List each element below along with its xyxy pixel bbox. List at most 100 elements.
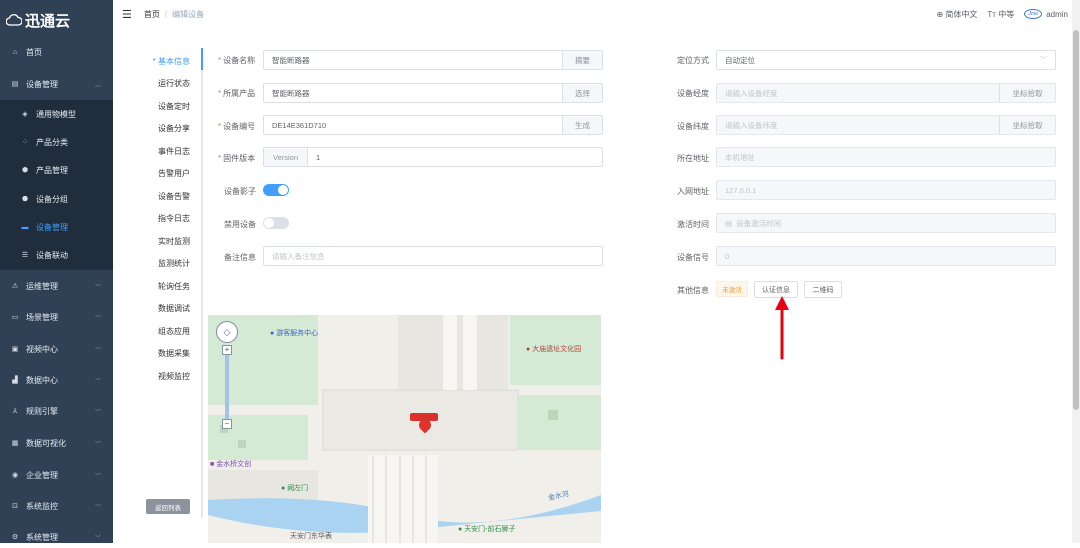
disable-switch[interactable] [263, 217, 289, 229]
sidebar-item-system[interactable]: ⚙ 系统管理 ﹀ [0, 526, 113, 548]
chevron-down-icon: ﹀ [94, 378, 101, 385]
chevron-down-icon: ﹀ [94, 284, 101, 291]
breadcrumb-home[interactable]: 首页 [144, 9, 160, 20]
ip-label: 入网地址 [677, 187, 709, 196]
sidebar-item-enterprise[interactable]: ◉ 企业管理 ﹀ [0, 464, 113, 486]
generate-serial-button[interactable]: 生成 [562, 116, 602, 134]
enterprise-icon: ◉ [11, 472, 19, 479]
map-view[interactable]: ◇ + − ● 游客服务中心 ● 大庙遗址文化园 ■ 金水桥文创 ● 阙左门 ●… [208, 315, 601, 543]
address-input[interactable]: 本机地址 [716, 147, 1056, 167]
home-icon: ⌂ [12, 48, 18, 56]
tab-event-log[interactable]: 事件日志 [158, 146, 190, 157]
tab-timer[interactable]: 设备定时 [158, 101, 190, 112]
device-name-input[interactable]: 智能断路器 摘要 [263, 50, 603, 70]
remark-textarea[interactable]: 请输入备注信息 [263, 246, 603, 266]
tab-scada[interactable]: 组态应用 [158, 326, 190, 337]
map-poi-jinshui[interactable]: ■ 金水桥文创 [210, 459, 251, 469]
poi-pin-icon: ● [458, 526, 463, 533]
device-icon: ▤ [11, 81, 19, 88]
sidebar-item-device-management[interactable]: ▤ 设备管理 ︿ [0, 73, 113, 95]
map-poi-huabiao[interactable]: 天安门东华表 [290, 531, 332, 541]
tab-video[interactable]: 视频监控 [158, 371, 190, 382]
chevron-down-icon: ﹀ [94, 504, 101, 511]
sidebar-item-product-management[interactable]: ⬢ 产品管理 [0, 159, 113, 181]
scrollbar[interactable] [1072, 0, 1080, 543]
activate-time-input[interactable]: ▤ 设备激活时间 [716, 213, 1056, 233]
map-poi-temple[interactable]: ● 大庙遗址文化园 [526, 344, 581, 354]
poi-pin-icon: ● [526, 346, 531, 353]
sidebar-item-video[interactable]: ▣ 视频中心 ﹀ [0, 338, 113, 360]
tab-device-alert[interactable]: 设备告警 [158, 191, 190, 202]
poi-pin-icon: ● [270, 330, 275, 337]
sidebar: 迅通云 ⌂ 首页 ▤ 设备管理 ︿ ◈ 通用物模型 ⁘ 产品分类 ⬢ 产品管理 ⬣ 设备分组 … [0, 0, 113, 543]
zoom-in-icon[interactable]: + [222, 345, 232, 355]
sidebar-item-scene[interactable]: ▭ 场景管理 ﹀ [0, 306, 113, 328]
chevron-down-icon: ﹀ [94, 409, 101, 416]
sidebar-item-data[interactable]: ▟ 数据中心 ﹀ [0, 369, 113, 391]
tab-realtime-monitor[interactable]: 实时监测 [158, 236, 190, 247]
chevron-down-icon: ﹀ [94, 441, 101, 448]
globe-icon: ⊕ [936, 9, 944, 19]
disable-label: 禁用设备 [224, 220, 256, 229]
select-product-button[interactable]: 选择 [562, 84, 602, 102]
tab-debug[interactable]: 数据调试 [158, 303, 190, 314]
map-zoom-control[interactable]: ◇ + − [216, 321, 238, 433]
map-poi-quezuomen[interactable]: ● 阙左门 [281, 483, 308, 493]
tab-alert-user[interactable]: 告警用户 [158, 168, 190, 179]
tab-monitor-stats[interactable]: 监测统计 [158, 258, 190, 269]
sidebar-item-device-linkage[interactable]: ☰ 设备联动 [0, 244, 113, 266]
product-input[interactable]: 智能断路器 选择 [263, 83, 603, 103]
language-switch[interactable]: ⊕ 简体中文 [936, 9, 977, 20]
pick-latitude-button[interactable]: 坐标拾取 [999, 116, 1055, 134]
hamburger-icon[interactable]: ☰ [122, 8, 132, 21]
activate-time-label: 激活时间 [677, 220, 709, 229]
map-poi-lions[interactable]: ● 天安门-前石狮子 [458, 524, 516, 534]
shadow-switch[interactable] [263, 184, 289, 196]
sidebar-item-device-group[interactable]: ⬣ 设备分组 [0, 188, 113, 210]
sidebar-item-system-monitor[interactable]: ⊡ 系统监控 ﹀ [0, 495, 113, 517]
font-size-switch[interactable]: Tт 中等 [987, 9, 1014, 20]
back-to-list-button[interactable]: 返回列表 [146, 499, 190, 514]
sidebar-item-home[interactable]: ⌂ 首页 [0, 41, 113, 63]
chevron-down-icon: ﹀ [94, 347, 101, 354]
signal-input[interactable]: 0 [716, 246, 1056, 266]
app-logo[interactable]: 迅通云 [0, 0, 113, 40]
locate-mode-select[interactable]: 自动定位 ﹀ [716, 50, 1056, 70]
user-menu[interactable]: Jmo admin [1024, 9, 1068, 19]
serial-label: * 设备编号 [218, 122, 256, 131]
latitude-input[interactable]: 请输入设备纬度 坐标拾取 [716, 115, 1056, 135]
longitude-label: 设备经度 [677, 89, 709, 98]
zoom-slider[interactable] [225, 355, 229, 419]
breadcrumb: 首页 / 编辑设备 [144, 9, 204, 20]
group-icon: ⬣ [21, 196, 29, 203]
breadcrumb-separator: / [164, 9, 168, 19]
map-poi-visitor-center[interactable]: ● 游客服务中心 [270, 328, 318, 338]
longitude-input[interactable]: 请输入设备经度 坐标拾取 [716, 83, 1056, 103]
serial-input[interactable]: DE14E361D710 生成 [263, 115, 603, 135]
ops-icon: ⚠ [11, 283, 19, 290]
pick-longitude-button[interactable]: 坐标拾取 [999, 84, 1055, 102]
tab-command-log[interactable]: 指令日志 [158, 213, 190, 224]
tab-polling[interactable]: 轮询任务 [158, 281, 190, 292]
tab-collection[interactable]: 数据采集 [158, 348, 190, 359]
tab-active-indicator [201, 48, 203, 70]
sidebar-item-rule-engine[interactable]: ⅄ 规则引擎 ﹀ [0, 400, 113, 422]
tab-run-status[interactable]: 运行状态 [158, 78, 190, 89]
qr-code-button[interactable]: 二维码 [804, 281, 842, 298]
zoom-out-icon[interactable]: − [222, 419, 232, 429]
annotation-arrow-icon [775, 296, 789, 360]
data-icon: ▟ [12, 377, 18, 384]
sidebar-item-ops[interactable]: ⚠ 运维管理 ﹀ [0, 275, 113, 297]
sidebar-item-thing-model[interactable]: ◈ 通用物模型 [0, 103, 113, 125]
other-info-label: 其他信息 [677, 286, 709, 295]
sidebar-item-device-manage[interactable]: ▬ 设备管理 [0, 216, 113, 238]
sidebar-item-visualization[interactable]: ▦ 数据可视化 ﹀ [0, 432, 113, 454]
firmware-input[interactable]: Version 1 [263, 147, 603, 167]
scrollbar-thumb[interactable] [1073, 30, 1079, 410]
tab-share[interactable]: 设备分享 [158, 123, 190, 134]
map-pan-icon[interactable]: ◇ [216, 321, 238, 343]
sidebar-item-product-category[interactable]: ⁘ 产品分类 [0, 131, 113, 153]
summary-button[interactable]: 摘要 [562, 51, 602, 69]
ip-input[interactable]: 127.0.0.1 [716, 180, 1056, 200]
tab-basic-info[interactable]: * 基本信息 [153, 56, 190, 67]
